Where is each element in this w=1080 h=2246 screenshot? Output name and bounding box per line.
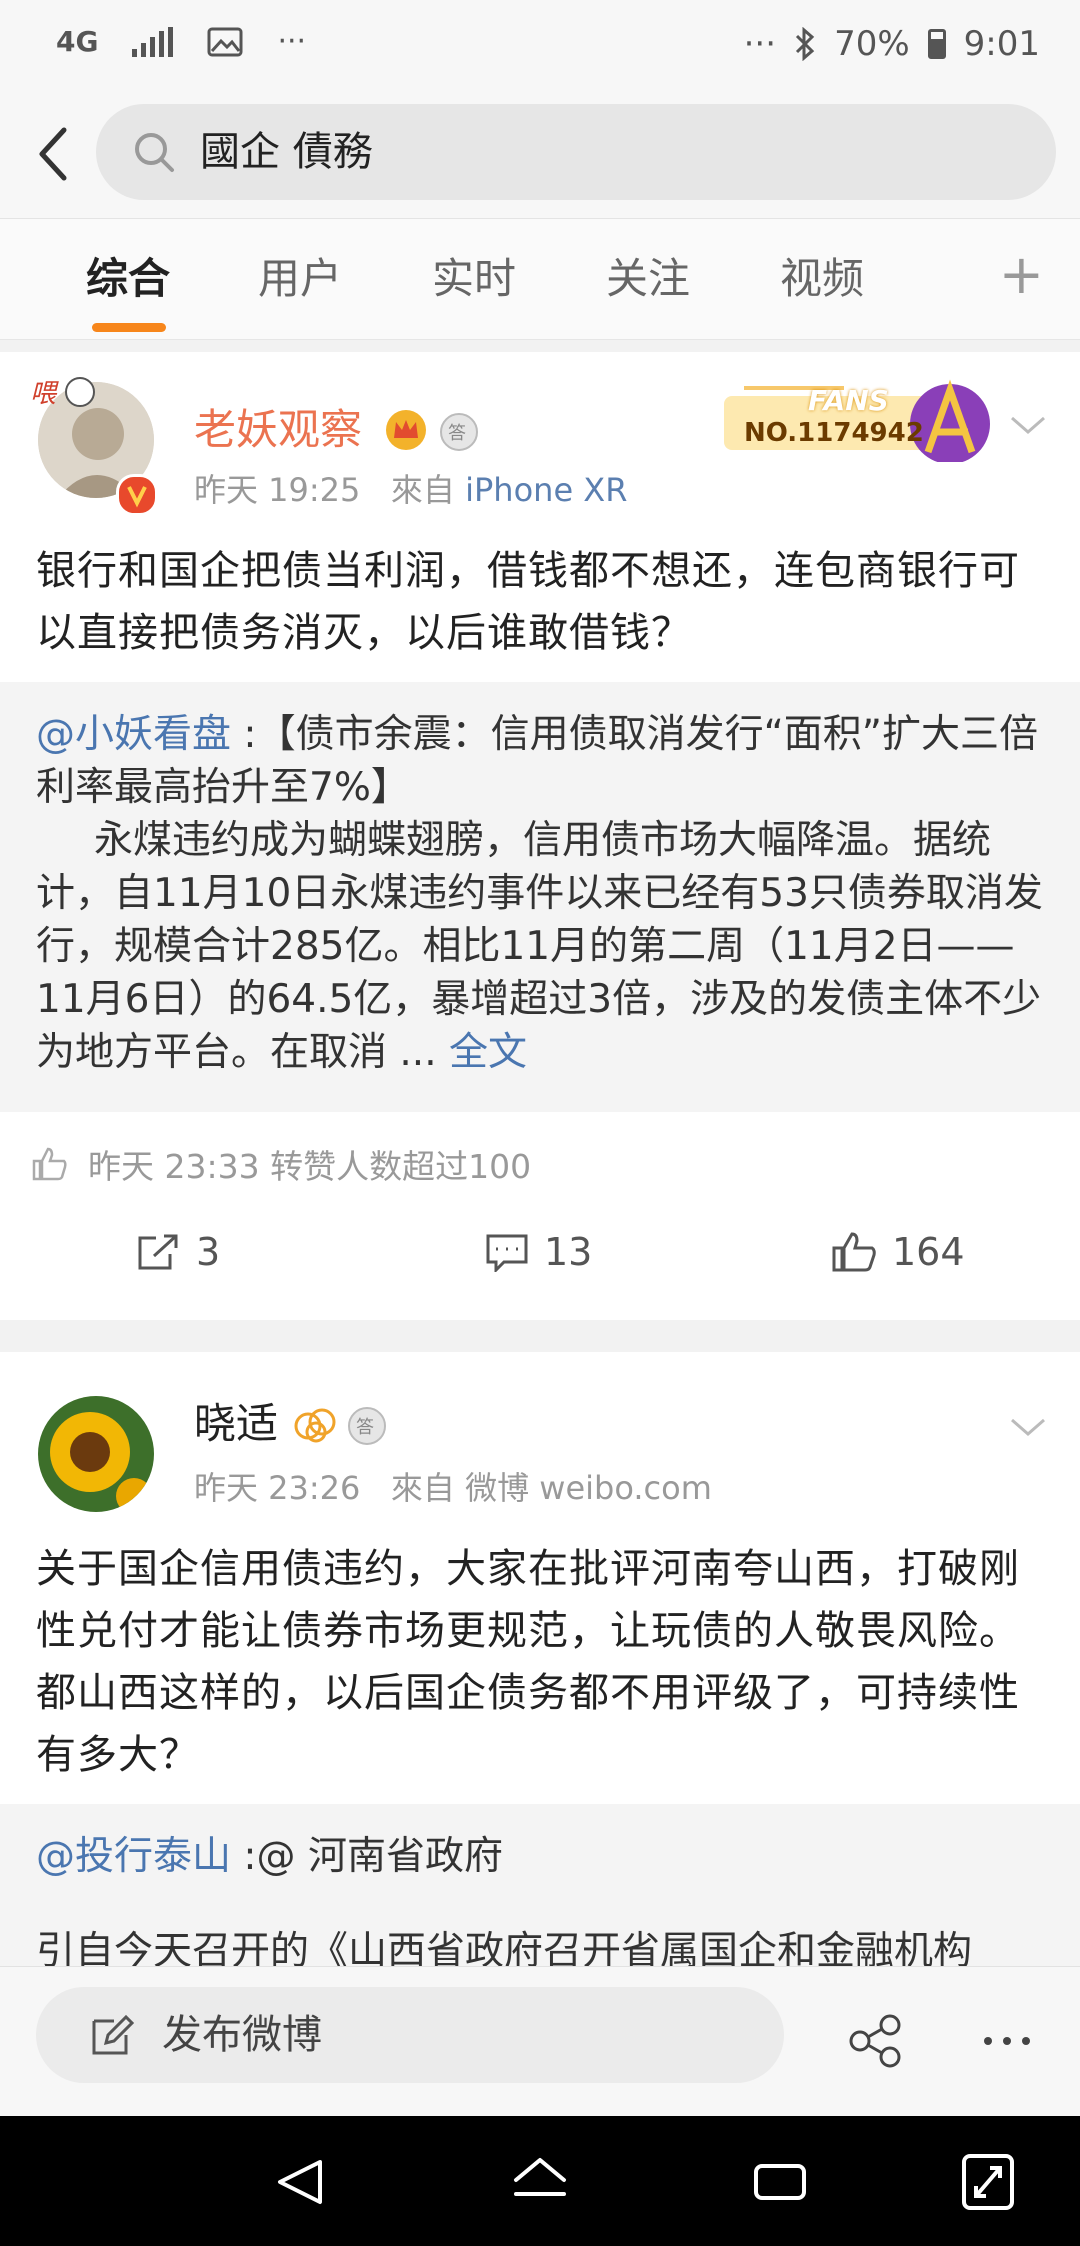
post-text: 关于国企信用债违约，大家在批评河南夸山西，打破刚性兑付才能让债券市场更规范，让玩…: [36, 1546, 1020, 1778]
search-icon: [135, 133, 174, 172]
comment-button[interactable]: 13: [484, 1230, 592, 1274]
tab-video[interactable]: 视频: [780, 251, 864, 307]
tab-bar: 综合 用户 实时 关注 视频 +: [0, 219, 1080, 340]
post-source[interactable]: iPhone XR: [465, 471, 627, 509]
battery-percent: 70%: [834, 24, 910, 64]
signal-icon: [132, 26, 174, 57]
post-time: 昨天 19:25: [194, 471, 361, 509]
status-dots-right: ···: [743, 24, 777, 64]
chevron-down-icon[interactable]: [1008, 1412, 1048, 1442]
like-button[interactable]: 164: [830, 1230, 965, 1274]
image-icon: [207, 27, 243, 56]
post-source-prefix: 來自: [390, 1469, 455, 1507]
read-more-link[interactable]: 全文: [449, 1030, 527, 1075]
vip-cloud-icon: [294, 1408, 336, 1443]
like-count: 164: [892, 1230, 965, 1274]
search-input[interactable]: 國企 債務: [200, 124, 373, 180]
comment-icon: [486, 1234, 528, 1272]
search-header: 國企 債務: [0, 92, 1080, 219]
system-nav-bar: [0, 2116, 1080, 2246]
repost-title: :@ 河南省政府: [243, 1834, 503, 1879]
post-source[interactable]: 微博 weibo.com: [465, 1469, 712, 1507]
tab-active-indicator: [92, 323, 166, 332]
medal-icon: 答: [440, 413, 478, 451]
tab-realtime[interactable]: 实时: [432, 251, 516, 307]
share-icon: [138, 1234, 178, 1270]
back-arrow-icon[interactable]: [22, 114, 86, 194]
username[interactable]: 老妖观察: [194, 402, 362, 458]
avatar[interactable]: [38, 1396, 154, 1512]
repost-content: @投行泰山 :@ 河南省政府 引自今天召开的《山西省政府召开省属国企和金融机构: [36, 1830, 1046, 1972]
repost-author[interactable]: @小妖看盘: [36, 712, 231, 757]
battery-icon: [927, 29, 946, 59]
recents-nav-icon[interactable]: [752, 2156, 808, 2208]
svg-text:喂: 喂: [30, 379, 59, 409]
liked-info-text: 昨天 23:33 转赞人数超过100: [88, 1147, 532, 1186]
post-actions: 3 13 164: [0, 1210, 1080, 1300]
thumb-up-icon: [32, 1147, 67, 1181]
back-nav-icon[interactable]: [272, 2156, 328, 2208]
network-indicator: 4G: [56, 25, 99, 58]
repost-body: 引自今天召开的《山西省政府召开省属国企和金融机构: [36, 1929, 973, 1972]
fans-badge[interactable]: FANS NO.1174942: [724, 366, 1004, 464]
status-bar: 4G ··· ··· 70% 9:01: [0, 0, 1080, 92]
edit-icon: [92, 2014, 134, 2055]
liked-info-row: 昨天 23:33 转赞人数超过100: [30, 1140, 531, 1188]
sticker-icon: 喂: [30, 377, 95, 409]
tab-users[interactable]: 用户: [258, 251, 342, 307]
crown-icon: [386, 410, 426, 450]
tab-following[interactable]: 关注: [606, 251, 690, 307]
post-card[interactable]: 喂 老妖观察 答 昨天 19:25 來自 iPhone XR FANS NO.1…: [0, 352, 1080, 1320]
post-source-prefix: 來自: [390, 471, 455, 509]
post-card[interactable]: 晓适 答 昨天 23:26 來自 微博 weibo.com 关于国企信用债违约，…: [0, 1352, 1080, 1972]
bottom-compose-bar: 发布微博: [0, 1966, 1080, 2117]
compose-button[interactable]: 发布微博: [36, 1987, 784, 2083]
repost-body-text: 永煤违约成为蝴蝶翅膀，信用债市场大幅降温。据统计，自11月10日永煤违约事件以来…: [36, 818, 1043, 1075]
post-meta: 昨天 19:25 來自 iPhone XR: [194, 468, 627, 512]
post-text: 银行和国企把债当利润，借钱都不想还，连包商银行可以直接把债务消灭，以后谁敢借钱？: [36, 548, 1020, 656]
verified-icon: [116, 474, 158, 516]
like-icon: [832, 1232, 876, 1272]
fans-number: NO.1174942: [744, 418, 924, 448]
chevron-down-icon[interactable]: [1008, 410, 1048, 440]
repost-content: @小妖看盘 :【债市余震：信用债取消发行“面积”扩大三倍 利率最高抬升至7%】 …: [36, 708, 1046, 1079]
svg-text:答: 答: [448, 423, 466, 444]
repost-button[interactable]: 3: [136, 1230, 220, 1274]
repost-body: 永煤违约成为蝴蝶翅膀，信用债市场大幅降温。据统计，自11月10日永煤违约事件以来…: [36, 814, 1046, 1079]
bluetooth-icon: [796, 27, 815, 61]
repost-colon: :: [243, 712, 257, 757]
repost-block[interactable]: @小妖看盘 :【债市余震：信用债取消发行“面积”扩大三倍 利率最高抬升至7%】 …: [0, 682, 1080, 1112]
resize-nav-icon[interactable]: [960, 2152, 1016, 2212]
medal-icon: 答: [348, 1407, 386, 1445]
comment-count: 13: [544, 1230, 593, 1274]
more-icon[interactable]: [982, 2035, 1032, 2047]
tab-comprehensive[interactable]: 综合: [86, 251, 170, 307]
search-box[interactable]: 國企 債務: [96, 104, 1056, 200]
fans-label: FANS: [808, 384, 889, 417]
svg-text:答: 答: [356, 1417, 374, 1438]
share-network-icon[interactable]: [848, 2013, 904, 2069]
home-nav-icon[interactable]: [510, 2154, 570, 2210]
compose-label: 发布微博: [162, 2012, 322, 2058]
repost-author[interactable]: @投行泰山: [36, 1834, 231, 1879]
post-meta: 昨天 23:26 來自 微博 weibo.com: [194, 1466, 712, 1510]
repost-block[interactable]: @投行泰山 :@ 河南省政府 引自今天召开的《山西省政府召开省属国企和金融机构: [0, 1804, 1080, 1972]
post-time: 昨天 23:26: [194, 1469, 361, 1507]
add-tab-button[interactable]: +: [999, 247, 1044, 303]
clock: 9:01: [963, 24, 1040, 64]
status-dots-left: ···: [277, 24, 307, 59]
repost-count: 3: [196, 1230, 221, 1274]
username[interactable]: 晓适: [194, 1396, 278, 1452]
